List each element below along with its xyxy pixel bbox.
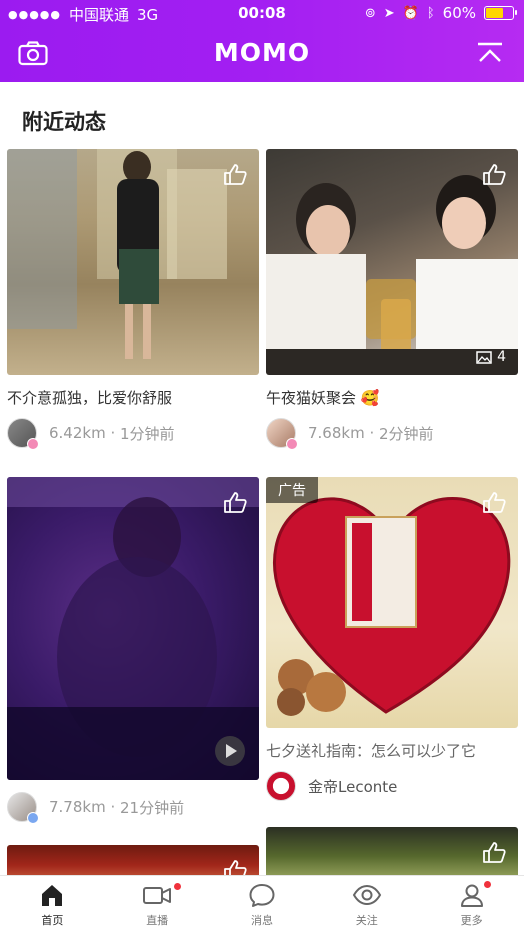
separator: · <box>105 424 121 442</box>
tab-label: 更多 <box>460 914 483 927</box>
post-time: 1分钟前 <box>120 424 175 443</box>
battery-icon <box>484 6 517 20</box>
feed-photo[interactable] <box>7 149 259 375</box>
ad-caption: 七夕送礼指南：怎么可以少了它 <box>266 742 477 760</box>
feed-card[interactable] <box>7 845 259 875</box>
tab-live[interactable]: 直播 <box>105 876 210 931</box>
feed-content[interactable]: 附近动态 不介意孤独，比爱你舒服 6.42km · 1分钟前 4 午夜猫妖聚会 … <box>0 82 524 875</box>
status-bar: ●●●●● 中国联通 3G 00:08 ⊚ ➤ ⏰ ᛒ 60% <box>0 0 524 28</box>
advertiser-logo[interactable] <box>266 771 296 801</box>
ad-image[interactable]: 广告 <box>266 477 518 728</box>
photo-scene <box>7 149 227 359</box>
feed-card[interactable]: 不介意孤独，比爱你舒服 6.42km · 1分钟前 <box>7 149 259 450</box>
section-title: 附近动态 <box>22 110 106 134</box>
feed-card[interactable] <box>266 827 518 875</box>
photo-count-badge: 4 <box>476 349 506 365</box>
tab-label: 关注 <box>355 914 378 927</box>
tab-home[interactable]: 首页 <box>0 876 105 931</box>
distance: 6.42km <box>49 424 106 442</box>
ad-badge: 广告 <box>266 477 318 503</box>
like-icon[interactable] <box>223 491 247 513</box>
bluetooth-icon: ᛒ <box>426 5 435 21</box>
avatar[interactable] <box>7 418 39 450</box>
chat-bubble-icon <box>249 884 275 907</box>
tab-bar: 首页 直播 消息 关注 更多 <box>0 875 524 931</box>
distance: 7.68km <box>308 424 365 442</box>
feed-video[interactable] <box>7 477 259 780</box>
tab-label: 消息 <box>250 914 273 927</box>
play-icon[interactable] <box>215 736 245 766</box>
photo-scene <box>266 175 518 375</box>
ad-card[interactable]: 广告 七夕送礼指南：怎么可以少了它 金帝Leconte <box>266 477 518 801</box>
post-time: 21分钟前 <box>120 798 185 817</box>
header: MOMO <box>0 28 524 82</box>
like-icon[interactable] <box>482 163 506 185</box>
notification-dot <box>172 882 182 891</box>
app-top-bar: ●●●●● 中国联通 3G 00:08 ⊚ ➤ ⏰ ᛒ 60% MOMO <box>0 0 524 82</box>
tab-label: 首页 <box>41 914 64 927</box>
feed-photo[interactable]: 4 <box>266 149 518 375</box>
post-time: 2分钟前 <box>379 424 434 443</box>
location-icon: ➤ <box>383 5 395 21</box>
tab-messages[interactable]: 消息 <box>210 876 315 931</box>
battery-percent: 60% <box>442 4 476 22</box>
gender-badge-icon <box>27 438 39 450</box>
lock-rotation-icon: ⊚ <box>364 5 376 21</box>
gender-badge-icon <box>286 438 298 450</box>
separator: · <box>105 798 121 816</box>
image-stack-icon <box>476 350 492 364</box>
feed-photo[interactable] <box>7 845 259 875</box>
person-icon <box>460 884 483 907</box>
ad-scene <box>273 497 511 716</box>
video-camera-icon <box>143 887 172 904</box>
like-icon[interactable] <box>482 841 506 863</box>
feed-caption: 不介意孤独，比爱你舒服 <box>7 389 173 407</box>
home-icon <box>42 885 63 906</box>
like-icon[interactable] <box>482 491 506 513</box>
feed-caption-row: 午夜猫妖聚会 🥰 <box>266 387 518 408</box>
tab-label: 直播 <box>146 914 169 927</box>
like-icon[interactable] <box>223 859 247 875</box>
photo-count: 4 <box>497 349 506 365</box>
tab-more[interactable]: 更多 <box>419 876 524 931</box>
tab-follow[interactable]: 关注 <box>314 876 419 931</box>
avatar[interactable] <box>7 792 39 824</box>
notification-dot <box>483 880 493 889</box>
distance: 7.78km <box>49 798 106 816</box>
scroll-to-top-icon[interactable] <box>476 41 504 66</box>
like-icon[interactable] <box>223 163 247 185</box>
app-logo: MOMO <box>213 38 311 67</box>
eye-icon <box>352 884 381 906</box>
feed-photo[interactable] <box>266 827 518 875</box>
gender-badge-icon <box>27 812 39 824</box>
feed-card[interactable]: 4 午夜猫妖聚会 🥰 7.68km · 2分钟前 <box>266 149 518 450</box>
feed-caption: 午夜猫妖聚会 <box>266 389 357 407</box>
avatar[interactable] <box>266 418 298 450</box>
alarm-icon: ⏰ <box>402 5 419 21</box>
caption-emoji: 🥰 <box>360 389 380 407</box>
video-scene <box>7 477 259 780</box>
feed-card[interactable]: 7.78km · 21分钟前 <box>7 477 259 824</box>
separator: · <box>364 424 380 442</box>
advertiser-name[interactable]: 金帝Leconte <box>308 776 397 797</box>
